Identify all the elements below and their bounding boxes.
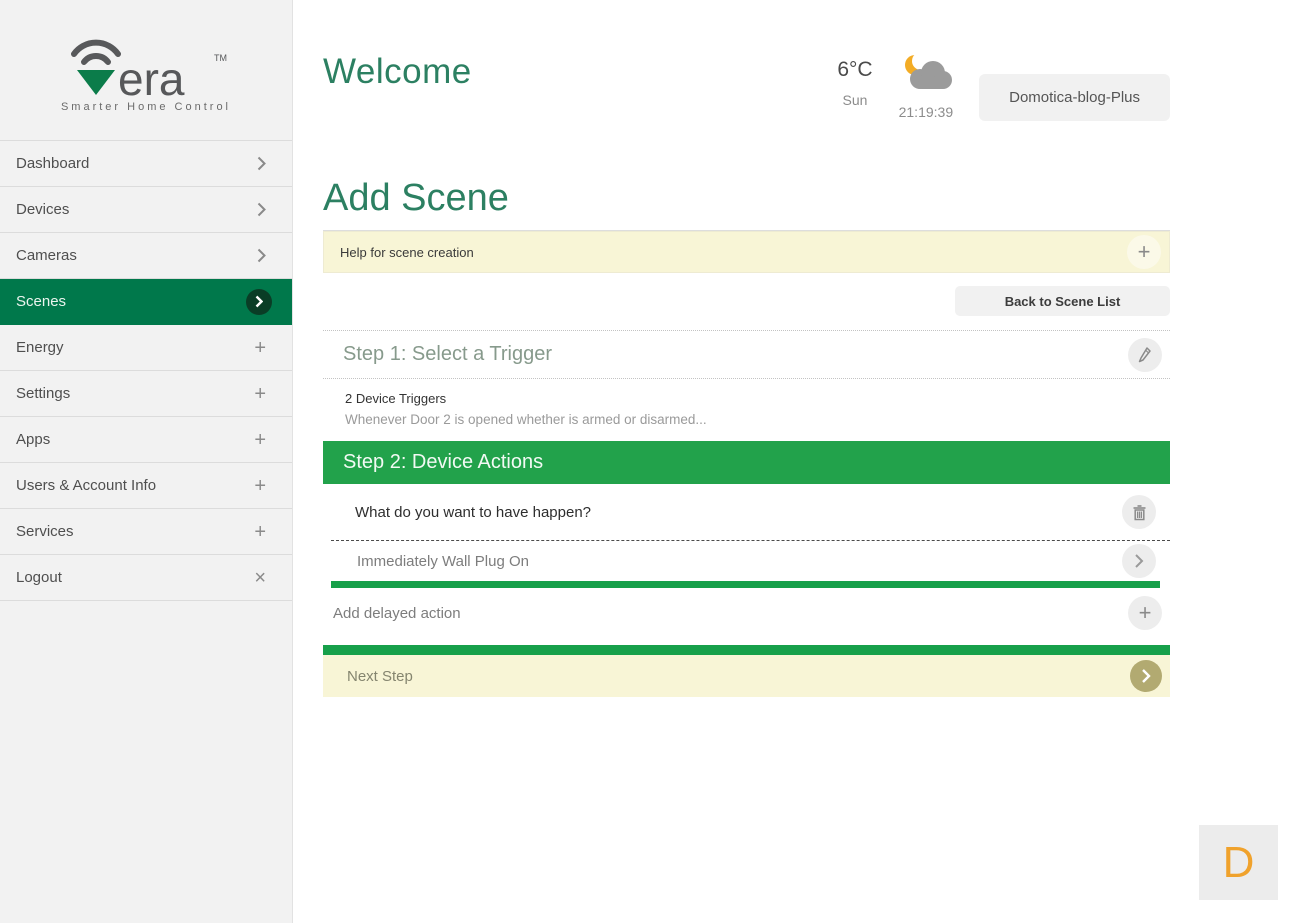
weather-time: 21:19:39 <box>898 104 954 120</box>
add-delayed-action-row[interactable]: Add delayed action + <box>323 588 1170 638</box>
trigger-summary[interactable]: 2 Device Triggers Whenever Door 2 is ope… <box>323 379 1170 441</box>
sidebar-item-label: Services <box>16 523 74 540</box>
sidebar-item-label: Energy <box>16 339 64 356</box>
plus-icon: + <box>254 428 266 451</box>
sidebar-item-label: Cameras <box>16 247 77 264</box>
vera-v-triangle <box>77 70 115 95</box>
vera-logo-icon: era TM <box>71 39 227 99</box>
sidebar-item-users-account-info[interactable]: Users & Account Info + <box>0 463 292 509</box>
device-action-question: What do you want to have happen? <box>355 503 592 521</box>
plus-icon: + <box>254 520 266 543</box>
sidebar-item-energy[interactable]: Energy + <box>0 325 292 371</box>
chevron-right-icon <box>1135 554 1144 568</box>
sidebar-item-devices[interactable]: Devices <box>0 187 292 233</box>
overlay-d-badge[interactable]: D <box>1199 825 1278 900</box>
delete-action-button[interactable] <box>1122 495 1156 529</box>
page-title: Add Scene <box>323 177 509 219</box>
sidebar-item-label: Scenes <box>16 293 67 310</box>
sidebar-item-dashboard[interactable]: Dashboard <box>0 141 292 187</box>
step1-title: Step 1: Select a Trigger <box>343 343 553 365</box>
sidebar-item-logout[interactable]: Logout × <box>0 555 292 601</box>
controller-button[interactable]: Domotica-blog-Plus <box>979 74 1170 121</box>
chevron-right-icon <box>257 156 266 171</box>
sidebar-item-label: Users & Account Info <box>16 477 157 494</box>
help-bar[interactable]: Help for scene creation + <box>323 231 1170 273</box>
cloud-moon-icon <box>904 52 952 89</box>
step2-title: Step 2: Device Actions <box>343 451 544 473</box>
plus-icon: + <box>1138 600 1152 625</box>
vera-wordmark: era <box>118 53 185 99</box>
step1-edit-button[interactable] <box>1128 337 1162 372</box>
weather-temp-day: 6°C Sun <box>837 52 872 108</box>
device-action-question-row: What do you want to have happen? <box>331 484 1170 541</box>
sidebar-item-settings[interactable]: Settings + <box>0 371 292 417</box>
back-to-scene-list-button[interactable]: Back to Scene List <box>955 286 1170 316</box>
top-bar: Welcome 6°C Sun 21:19:39 Domotica-blog-P… <box>323 0 1170 121</box>
immediate-action-underline <box>331 581 1160 588</box>
vera-tagline: Smarter Home Control <box>60 101 232 113</box>
weather-temperature: 6°C <box>837 58 873 81</box>
back-row: Back to Scene List <box>323 273 1170 330</box>
sidebar-item-services[interactable]: Services + <box>0 509 292 555</box>
step2-header: Step 2: Device Actions <box>323 441 1170 484</box>
next-step-label: Next Step <box>347 667 413 685</box>
sidebar-item-label: Logout <box>16 569 62 586</box>
sidebar-item-apps[interactable]: Apps + <box>0 417 292 463</box>
trash-icon <box>1133 504 1145 520</box>
close-icon: × <box>254 566 266 589</box>
vera-tm: TM <box>214 53 227 63</box>
chevron-right-icon <box>1142 669 1151 683</box>
next-step-bar[interactable]: Next Step <box>323 655 1170 697</box>
help-expand-button[interactable]: + <box>1127 235 1161 269</box>
add-delayed-action-label: Add delayed action <box>333 604 461 622</box>
pencil-icon <box>1138 347 1151 363</box>
weather-widget: 6°C Sun 21:19:39 Domotica-blog-Plus <box>837 52 1170 121</box>
sidebar-nav: Dashboard Devices Cameras Scenes Energy <box>0 140 292 601</box>
plus-icon: + <box>254 382 266 405</box>
sidebar-item-scenes[interactable]: Scenes <box>0 279 292 325</box>
sidebar-item-label: Dashboard <box>16 155 90 172</box>
plus-icon: + <box>254 336 266 359</box>
next-step-button[interactable] <box>1130 660 1162 692</box>
plus-icon: + <box>1137 239 1151 264</box>
add-delayed-action-button[interactable]: + <box>1128 596 1162 630</box>
sidebar: era TM Smarter Home Control Dashboard De… <box>0 0 293 923</box>
immediate-action-row[interactable]: Immediately Wall Plug On <box>331 541 1170 581</box>
welcome-heading: Welcome <box>323 52 472 91</box>
next-step-top-bar <box>323 645 1170 655</box>
chevron-right-icon <box>257 248 266 263</box>
sidebar-item-label: Apps <box>16 431 51 448</box>
sidebar-item-label: Settings <box>16 385 71 402</box>
weather-day: Sun <box>842 92 868 108</box>
main-content: Welcome 6°C Sun 21:19:39 Domotica-blog-P… <box>293 0 1298 923</box>
help-bar-label: Help for scene creation <box>340 244 474 260</box>
chevron-right-icon <box>257 202 266 217</box>
trigger-description: Whenever Door 2 is opened whether is arm… <box>345 412 707 427</box>
plus-icon: + <box>254 474 266 497</box>
sidebar-item-cameras[interactable]: Cameras <box>0 233 292 279</box>
vera-logo: era TM Smarter Home Control <box>0 0 292 140</box>
trigger-count: 2 Device Triggers <box>345 391 447 406</box>
chevron-right-circle-icon <box>246 288 272 315</box>
step1-header: Step 1: Select a Trigger <box>323 330 1170 379</box>
immediate-action-open-button[interactable] <box>1122 544 1156 578</box>
sidebar-item-label: Devices <box>16 201 70 218</box>
weather-icon-time: 21:19:39 <box>898 52 954 120</box>
immediate-action-label: Immediately Wall Plug On <box>357 552 530 570</box>
